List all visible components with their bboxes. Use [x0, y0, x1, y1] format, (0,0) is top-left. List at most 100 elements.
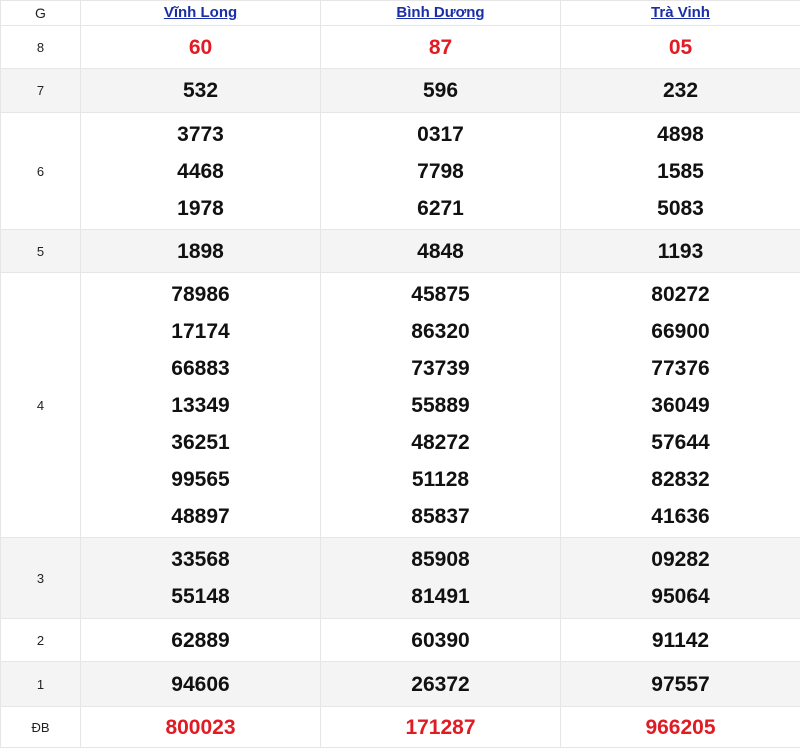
prize-row-8: 8 60 87 05 — [0, 25, 800, 69]
result-cell: 26372 — [320, 661, 561, 707]
special-number: 800023 — [165, 715, 236, 739]
result-cell: 05 — [560, 25, 800, 69]
lottery-results-table: G Vĩnh Long Bình Dương Trà Vinh 8 60 87 … — [0, 0, 800, 748]
result-cell: 94606 — [80, 661, 321, 707]
result-number: 232 — [662, 79, 699, 102]
result-cell: 171287 — [320, 706, 561, 748]
header-row: G Vĩnh Long Bình Dương Trà Vinh — [0, 0, 800, 26]
prize-label: 6 — [0, 112, 81, 230]
result-number: 73739 — [411, 356, 470, 380]
result-number: 4468 — [177, 159, 224, 183]
result-number: 55148 — [171, 585, 230, 608]
result-number: 87 — [428, 35, 453, 59]
result-number: 97557 — [651, 672, 710, 696]
result-number: 5083 — [657, 196, 704, 220]
prize-column-header: G — [0, 0, 81, 26]
result-number: 60 — [188, 35, 213, 59]
prize-label: ĐB — [0, 706, 81, 748]
result-number: 4898 — [657, 122, 704, 146]
result-cell: 0317 7798 6271 — [320, 112, 561, 230]
prize-label: 5 — [0, 229, 81, 273]
result-number: 82832 — [651, 467, 710, 491]
prize-label: 7 — [0, 68, 81, 113]
result-cell: 09282 95064 — [560, 537, 800, 619]
result-number: 45875 — [411, 282, 470, 306]
result-number: 05 — [668, 35, 693, 59]
result-number: 1898 — [177, 239, 224, 263]
result-number: 7798 — [417, 159, 464, 183]
result-cell: 97557 — [560, 661, 800, 707]
result-number: 80272 — [651, 282, 710, 306]
result-cell: 596 — [320, 68, 561, 113]
result-number: 4848 — [417, 239, 464, 263]
result-number: 81491 — [411, 585, 470, 608]
result-cell: 1193 — [560, 229, 800, 273]
result-cell: 800023 — [80, 706, 321, 748]
province-header-tra-vinh: Trà Vinh — [560, 0, 800, 26]
result-cell: 62889 — [80, 618, 321, 662]
prize-row-3: 3 33568 55148 85908 81491 09282 95064 — [0, 537, 800, 619]
result-cell: 232 — [560, 68, 800, 113]
result-number: 55889 — [411, 393, 470, 417]
result-number: 1585 — [657, 159, 704, 183]
province-link-vinh-long[interactable]: Vĩnh Long — [164, 4, 237, 21]
prize-label: 4 — [0, 272, 81, 538]
result-cell: 1898 — [80, 229, 321, 273]
province-header-binh-duong: Bình Dương — [320, 0, 561, 26]
result-number: 0317 — [417, 122, 464, 146]
result-cell: 60 — [80, 25, 321, 69]
result-number: 596 — [422, 79, 459, 102]
result-number: 94606 — [171, 672, 230, 696]
prize-label: 8 — [0, 25, 81, 69]
result-number: 66883 — [171, 356, 230, 380]
result-cell: 78986 17174 66883 13349 36251 99565 4889… — [80, 272, 321, 538]
special-number: 171287 — [405, 715, 476, 739]
result-number: 48897 — [171, 504, 230, 528]
prize-row-4: 4 78986 17174 66883 13349 36251 99565 48… — [0, 272, 800, 538]
province-link-tra-vinh[interactable]: Trà Vinh — [651, 4, 710, 21]
result-number: 62889 — [171, 628, 230, 652]
special-number: 966205 — [645, 715, 716, 739]
result-number: 09282 — [651, 548, 710, 571]
result-cell: 3773 4468 1978 — [80, 112, 321, 230]
result-number: 91142 — [651, 628, 710, 652]
result-number: 1978 — [177, 196, 224, 220]
result-cell: 4898 1585 5083 — [560, 112, 800, 230]
result-number: 57644 — [651, 430, 710, 454]
result-cell: 4848 — [320, 229, 561, 273]
result-number: 26372 — [411, 672, 470, 696]
result-cell: 966205 — [560, 706, 800, 748]
result-cell: 45875 86320 73739 55889 48272 51128 8583… — [320, 272, 561, 538]
result-number: 85908 — [411, 548, 470, 571]
prize-label: 3 — [0, 537, 81, 619]
result-number: 1193 — [657, 239, 704, 263]
result-number: 41636 — [651, 504, 710, 528]
result-number: 48272 — [411, 430, 470, 454]
result-number: 95064 — [651, 585, 710, 608]
prize-label: 2 — [0, 618, 81, 662]
prize-row-5: 5 1898 4848 1193 — [0, 229, 800, 273]
prize-row-special: ĐB 800023 171287 966205 — [0, 706, 800, 748]
result-number: 77376 — [651, 356, 710, 380]
result-cell: 80272 66900 77376 36049 57644 82832 4163… — [560, 272, 800, 538]
prize-label: 1 — [0, 661, 81, 707]
result-number: 6271 — [417, 196, 464, 220]
result-cell: 33568 55148 — [80, 537, 321, 619]
prize-row-7: 7 532 596 232 — [0, 68, 800, 113]
result-number: 532 — [182, 79, 219, 102]
prize-row-1: 1 94606 26372 97557 — [0, 661, 800, 707]
province-header-vinh-long: Vĩnh Long — [80, 0, 321, 26]
prize-row-6: 6 3773 4468 1978 0317 7798 6271 4898 158… — [0, 112, 800, 230]
result-number: 86320 — [411, 319, 470, 343]
result-number: 33568 — [171, 548, 230, 571]
result-number: 99565 — [171, 467, 230, 491]
result-number: 36251 — [171, 430, 230, 454]
result-number: 85837 — [411, 504, 470, 528]
result-number: 60390 — [411, 628, 470, 652]
result-number: 51128 — [411, 467, 470, 491]
province-link-binh-duong[interactable]: Bình Dương — [396, 4, 484, 21]
result-number: 17174 — [171, 319, 230, 343]
result-cell: 60390 — [320, 618, 561, 662]
result-cell: 532 — [80, 68, 321, 113]
prize-row-2: 2 62889 60390 91142 — [0, 618, 800, 662]
